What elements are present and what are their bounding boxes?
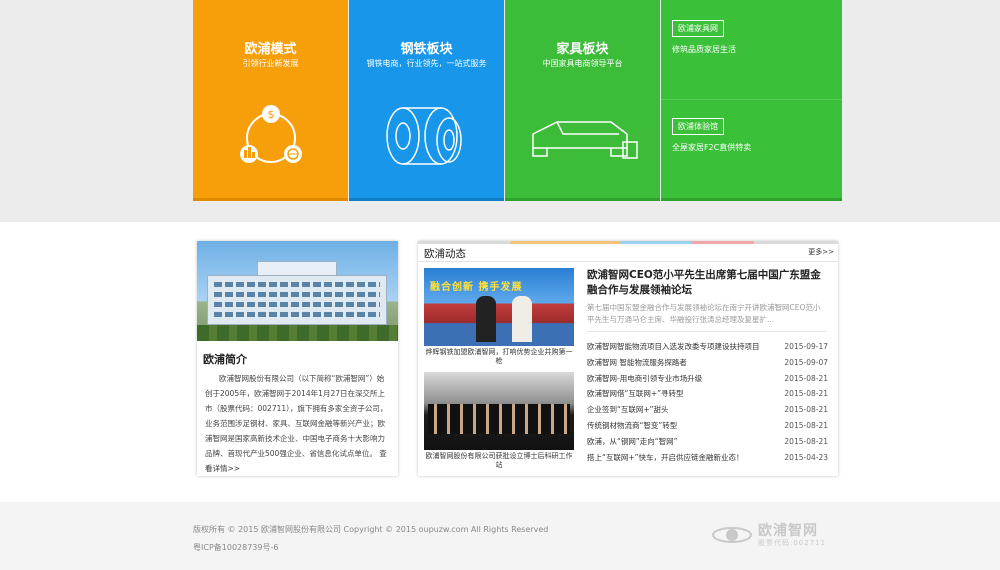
news-link[interactable]: 企业签到“互联网+”甜头 <box>587 402 669 418</box>
news-panel: 欧浦动态 更多>> 融合创新 携手发展 烨辉钢铁加盟欧浦智网，打响优势企业并购第… <box>418 241 838 476</box>
list-item[interactable]: 欧浦，从“钢网”走向“智网” 2015-08-21 <box>587 434 828 450</box>
news-link[interactable]: 欧浦智网借“互联网+”寻转型 <box>587 386 684 402</box>
news-link[interactable]: 欧浦智网 智能物流服务探路者 <box>587 355 687 371</box>
news-title: 欧浦动态 <box>424 248 466 260</box>
signing-photo: 融合创新 携手发展 <box>424 268 574 346</box>
side-tiles: 欧浦家具网 修筑品质家居生活 欧浦体验馆 全屋家居F2C直供特卖 <box>661 0 842 201</box>
sofa-icon <box>505 100 660 170</box>
news-date: 2015-08-21 <box>784 436 828 446</box>
headquarters-photo <box>197 241 398 341</box>
list-item[interactable]: 企业签到“互联网+”甜头 2015-08-21 <box>587 402 828 418</box>
list-item[interactable]: 欧浦智网智能物流项目入选发改委专项建设扶持项目 2015-09-17 <box>587 339 828 355</box>
thumb-caption[interactable]: 欧浦智网股份有限公司获批设立博士后科研工作站 <box>424 452 574 470</box>
list-item[interactable]: 欧浦智网借“互联网+”寻转型 2015-08-21 <box>587 386 828 402</box>
tile-furniture[interactable]: 家具板块 中国家具电商领导平台 <box>505 0 660 201</box>
copyright-text: 版权所有 © 2015 欧浦智网股份有限公司 Copyright © 2015 … <box>193 525 549 534</box>
logo-mark-icon <box>712 527 752 543</box>
logo-name: 欧浦智网 <box>758 523 818 539</box>
list-item[interactable]: 欧浦智网 智能物流服务探路者 2015-09-07 <box>587 355 828 371</box>
news-date: 2015-08-21 <box>784 389 828 399</box>
list-item[interactable]: 传统钢材物流商“智变”转型 2015-08-21 <box>587 418 828 434</box>
tile-title: 家具板块 <box>556 42 609 57</box>
news-link[interactable]: 欧浦智网智能物流项目入选发改委专项建设扶持项目 <box>587 339 760 355</box>
steel-coil-icon <box>349 100 504 172</box>
news-color-bar <box>418 241 838 244</box>
tile-oupu-model[interactable]: 欧浦模式 引领行业新发展 $ <box>193 0 348 201</box>
news-link[interactable]: 欧浦，从“钢网”走向“智网” <box>587 434 678 450</box>
experience-hall-desc: 全屋家居F2C直供特卖 <box>672 143 752 152</box>
news-date: 2015-09-17 <box>784 342 828 351</box>
tile-experience-hall[interactable]: 欧浦体验馆 全屋家居F2C直供特卖 <box>661 100 842 200</box>
news-link[interactable]: 欧浦智网-用电商引领专业市场升级 <box>587 371 702 387</box>
tile-steel[interactable]: 钢铁板块 钢铁电商，行业领先，一站式服务 <box>349 0 504 201</box>
featured-title[interactable]: 欧浦智网CEO范小平先生出席第七届中国广东盟金融合作与发展领袖论坛 <box>587 268 827 298</box>
news-list: 欧浦智网智能物流项目入选发改委专项建设扶持项目 2015-09-17 欧浦智网 智… <box>587 339 828 465</box>
tile-title: 钢铁板块 <box>400 42 453 57</box>
news-date: 2015-04-23 <box>784 452 828 462</box>
tile-title: 欧浦模式 <box>244 42 297 57</box>
news-date: 2015-08-21 <box>784 373 828 383</box>
tile-furniture-site[interactable]: 欧浦家具网 修筑品质家居生活 <box>661 0 842 100</box>
furniture-site-tag[interactable]: 欧浦家具网 <box>672 20 724 37</box>
news-date: 2015-09-07 <box>784 357 828 367</box>
graduation-photo <box>424 372 574 450</box>
cycle-money-icon: $ <box>193 100 348 170</box>
footer: 版权所有 © 2015 欧浦智网股份有限公司 Copyright © 2015 … <box>0 502 1000 570</box>
list-item[interactable]: 搭上“互联网+”快车，开启供应链金融新业态！ 2015-04-23 <box>587 450 828 466</box>
news-thumb-1[interactable]: 融合创新 携手发展 烨辉钢铁加盟欧浦智网，打响优势企业并购第一枪 <box>424 268 574 366</box>
company-intro-card: 欧浦简介 欧浦智网股份有限公司（以下简称“欧浦智网”）始创于2005年，欧浦智网… <box>197 241 398 476</box>
news-more-link[interactable]: 更多>> <box>808 247 834 257</box>
footer-logo: 欧浦智网 股票代码:002711 <box>712 520 842 550</box>
furniture-site-desc: 修筑品质家居生活 <box>672 45 736 54</box>
news-link[interactable]: 传统钢材物流商“智变”转型 <box>587 418 677 434</box>
svg-text:$: $ <box>267 108 274 121</box>
featured-desc: 第七届中国东盟金融合作与发展领袖论坛在南宁开讲欧浦智网CEO范小平先生与万通马仑… <box>587 303 821 324</box>
intro-text: 欧浦智网股份有限公司（以下简称“欧浦智网”）始创于2005年，欧浦智网于2014… <box>205 371 391 476</box>
feature-banner: 欧浦模式 引领行业新发展 $ 钢铁板块 钢铁电商，行业领先，一站式服务 家具板块… <box>0 0 1000 222</box>
icp-license[interactable]: 粤ICP备10028739号-6 <box>193 542 278 553</box>
intro-body: 欧浦智网股份有限公司（以下简称“欧浦智网”）始创于2005年，欧浦智网于2014… <box>205 374 388 458</box>
thumb-caption[interactable]: 烨辉钢铁加盟欧浦智网，打响优势企业并购第一枪 <box>424 348 574 366</box>
list-item[interactable]: 欧浦智网-用电商引领专业市场升级 2015-08-21 <box>587 371 828 387</box>
featured-news: 欧浦智网CEO范小平先生出席第七届中国广东盟金融合作与发展领袖论坛 第七届中国东… <box>587 268 827 332</box>
logo-stock-code: 股票代码:002711 <box>758 539 827 547</box>
news-date: 2015-08-21 <box>784 420 828 430</box>
news-date: 2015-08-21 <box>784 405 828 415</box>
tile-subtitle: 引领行业新发展 <box>242 59 299 68</box>
tile-subtitle: 钢铁电商，行业领先，一站式服务 <box>366 59 487 68</box>
news-thumb-2[interactable]: 欧浦智网股份有限公司获批设立博士后科研工作站 <box>424 372 574 470</box>
photo-banner: 融合创新 携手发展 <box>430 282 523 293</box>
tile-subtitle: 中国家具电商领导平台 <box>542 59 623 68</box>
experience-hall-tag[interactable]: 欧浦体验馆 <box>672 118 724 135</box>
intro-title: 欧浦简介 <box>203 353 247 366</box>
news-link[interactable]: 搭上“互联网+”快车，开启供应链金融新业态！ <box>587 450 744 466</box>
